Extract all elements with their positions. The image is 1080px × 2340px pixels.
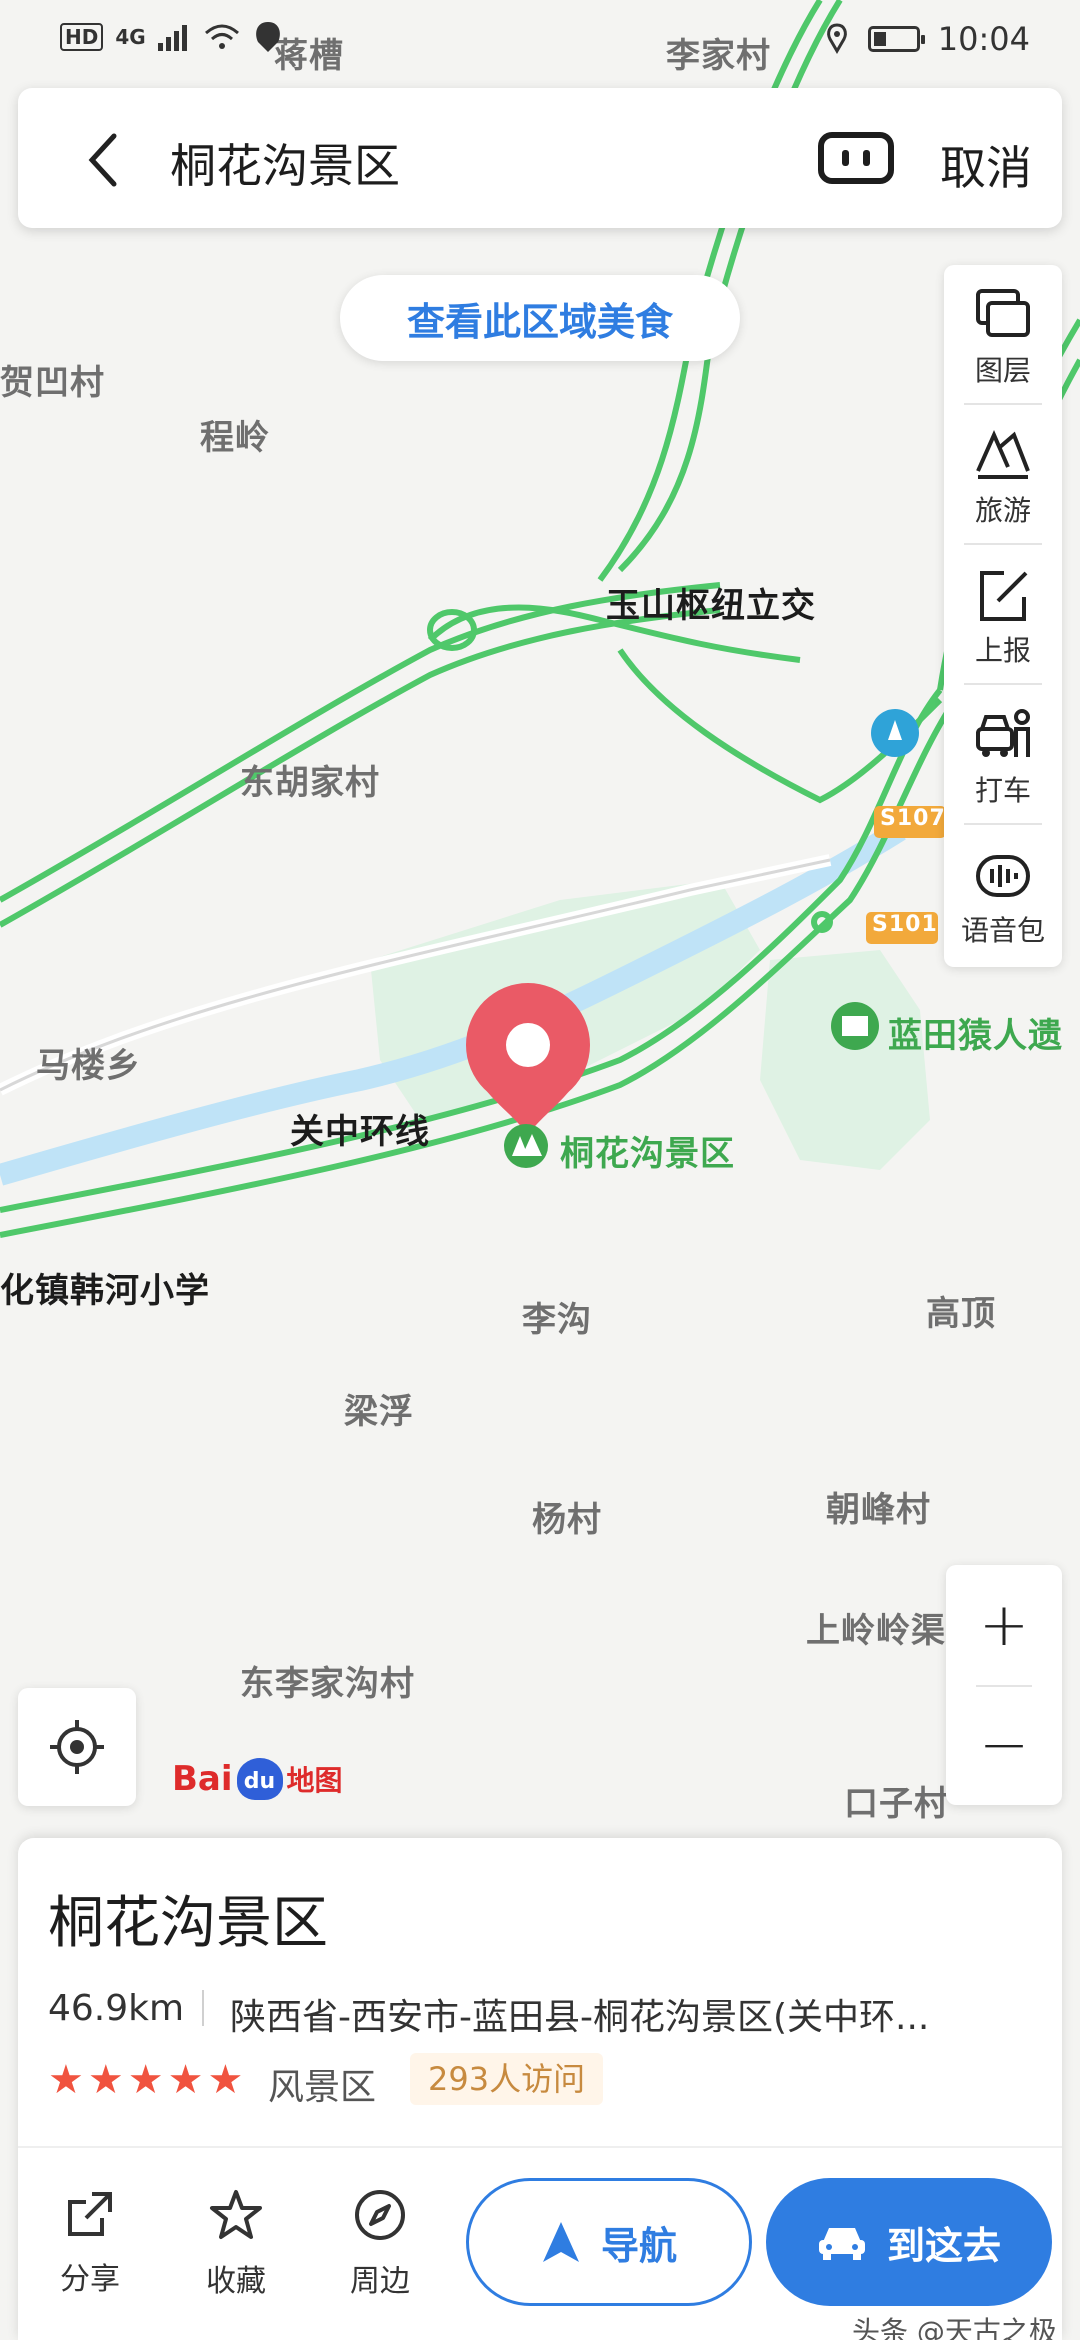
location-pin-icon <box>466 983 590 1135</box>
clock: 10:04 <box>937 20 1030 58</box>
map-label: 高顶 <box>926 1294 996 1334</box>
logo-text: 地图 <box>286 1764 343 1797</box>
network-type: 4G <box>115 25 146 49</box>
map-label: 贺凹村 <box>0 363 105 403</box>
tool-label: 上报 <box>974 634 1031 667</box>
place-distance: 46.9km <box>48 1988 185 2029</box>
star-icon: ★ <box>87 2057 124 2103</box>
tool-voice-pack[interactable]: 语音包 <box>944 825 1062 965</box>
location-status-icon <box>826 23 847 54</box>
compass-icon <box>355 2190 405 2240</box>
back-arrow-icon[interactable] <box>76 130 136 190</box>
map-label: 化镇韩河小学 <box>0 1271 210 1311</box>
car-icon <box>818 2228 865 2260</box>
voice-pack-icon <box>976 855 1030 897</box>
map-label: 玉山枢纽立交 <box>606 586 816 626</box>
logo-text: Bai <box>172 1759 233 1799</box>
travel-icon <box>976 430 1030 479</box>
tool-label: 打车 <box>974 774 1031 807</box>
action-label: 分享 <box>60 2262 120 2297</box>
star-icon: ★ <box>207 2057 244 2103</box>
navigation-arrow-icon <box>542 2222 579 2262</box>
share-button[interactable]: 分享 <box>30 2188 150 2298</box>
map-label: 杨村 <box>532 1500 602 1540</box>
watermark: 头条 @天古之极 <box>852 2315 1057 2340</box>
place-title: 桐花沟景区 <box>48 1891 328 1956</box>
map-label: 马楼乡 <box>36 1046 141 1086</box>
rating-stars: ★ ★ ★ ★ ★ <box>48 2060 243 2100</box>
crosshair-icon <box>50 1720 104 1774</box>
map-label: 李沟 <box>522 1300 592 1340</box>
star-icon: ★ <box>127 2057 164 2103</box>
visit-count-badge: 293人访问 <box>410 2053 604 2105</box>
star-outline-icon <box>210 2190 262 2239</box>
wifi-icon <box>204 24 239 49</box>
share-icon <box>68 2192 112 2236</box>
taxi-icon <box>976 709 1030 757</box>
signal-icon <box>157 25 187 51</box>
go-here-label: 到这去 <box>886 2223 1001 2268</box>
map-label: 东李家沟村 <box>240 1664 415 1704</box>
status-bar: HD 4G 10:04 <box>0 10 1080 70</box>
paw-icon: du <box>236 1758 283 1800</box>
navigate-button[interactable]: 导航 <box>466 2178 752 2306</box>
zoom-in-button[interactable]: + <box>946 1565 1062 1685</box>
map-label: 上岭岭渠 <box>806 1611 946 1651</box>
report-icon <box>980 571 1028 621</box>
place-detail-card[interactable]: 桐花沟景区 46.9km 陕西省-西安市-蓝田县-桐花沟景区(关中环... ★ … <box>18 1838 1062 2340</box>
search-input[interactable]: 桐花沟景区 <box>170 130 400 196</box>
heritage-marker-icon <box>831 1002 879 1050</box>
map-label: 口子村 <box>844 1784 949 1824</box>
tool-travel[interactable]: 旅游 <box>944 405 1062 545</box>
highway-shield: S101 <box>872 912 938 937</box>
favorite-button[interactable]: 收藏 <box>176 2188 296 2300</box>
nearby-button[interactable]: 周边 <box>320 2188 440 2300</box>
map-label: 关中环线 <box>290 1112 430 1152</box>
zoom-out-button[interactable]: − <box>946 1685 1062 1805</box>
map-label: 梁浮 <box>344 1392 414 1432</box>
scenic-marker-icon <box>504 1124 548 1168</box>
tool-layers[interactable]: 图层 <box>944 265 1062 405</box>
star-icon: ★ <box>48 2057 84 2103</box>
action-label: 周边 <box>350 2264 410 2299</box>
search-bar: 桐花沟景区 取消 <box>18 88 1062 228</box>
baidu-map-logo: Bai du 地图 <box>172 1758 343 1800</box>
layers-icon <box>976 289 1030 337</box>
tool-label: 旅游 <box>974 494 1031 527</box>
tool-report[interactable]: 上报 <box>944 545 1062 685</box>
map-label: 蓝田猿人遗 <box>888 1016 1063 1056</box>
poi-marker-icon <box>871 709 919 757</box>
place-category: 风景区 <box>268 2067 377 2108</box>
cancel-button[interactable]: 取消 <box>940 132 1032 198</box>
highway-shield: S107 <box>880 806 946 831</box>
map-label: 东胡家村 <box>240 763 380 803</box>
tool-label: 语音包 <box>960 914 1045 947</box>
place-address: 陕西省-西安市-蓝田县-桐花沟景区(关中环... <box>230 1997 930 2038</box>
tool-taxi[interactable]: 打车 <box>944 685 1062 825</box>
locate-me-button[interactable] <box>18 1688 136 1806</box>
map-tools-panel: 图层 旅游 上报 打车 语音包 <box>944 265 1062 967</box>
star-icon: ★ <box>167 2057 204 2103</box>
map-label: 程岭 <box>200 418 270 458</box>
map-label: 桐花沟景区 <box>560 1134 735 1174</box>
map-label: 朝峰村 <box>826 1490 931 1530</box>
ar-view-icon[interactable] <box>818 132 894 184</box>
baidu-app-icon <box>255 22 280 52</box>
action-label: 收藏 <box>206 2264 266 2299</box>
navigate-label: 导航 <box>600 2223 677 2268</box>
area-food-button[interactable]: 查看此区域美食 <box>340 275 740 361</box>
tool-label: 图层 <box>974 354 1031 387</box>
battery-icon <box>867 26 925 52</box>
go-here-button[interactable]: 到这去 <box>766 2178 1052 2306</box>
hd-indicator: HD <box>60 23 104 51</box>
zoom-control: + − <box>946 1565 1062 1805</box>
